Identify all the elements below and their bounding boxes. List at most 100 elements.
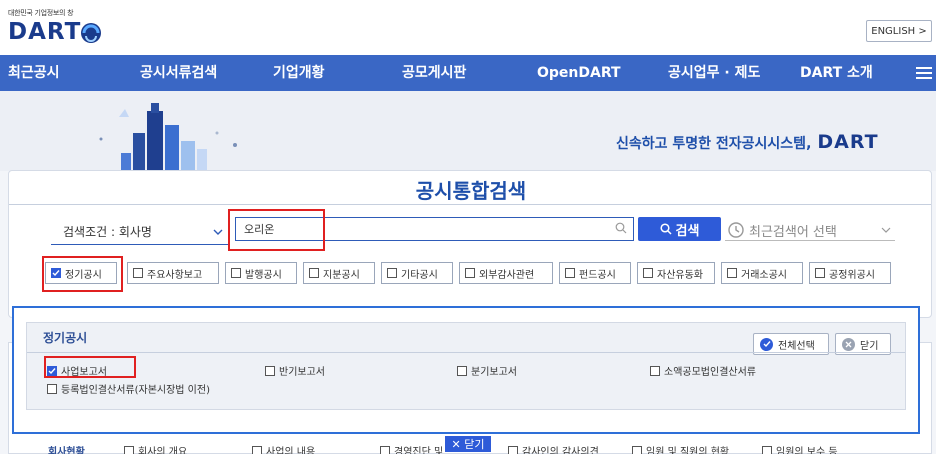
checkbox-icon [508, 445, 518, 454]
filter-equity[interactable]: 지분공시 [303, 262, 375, 284]
option-label: 회사의 개요 [138, 447, 188, 454]
chevron-down-icon [881, 227, 891, 233]
checkbox-icon [124, 445, 134, 454]
highlight-box [42, 256, 123, 292]
option-label: 임원 및 직원의 현황 [646, 447, 730, 454]
logo-subtitle: 대한민국 기업정보의 창 [8, 9, 74, 17]
filter-major-events[interactable]: 주요사항보고 [127, 262, 219, 284]
hero-banner: 신속하고 투명한 전자공시시스템, DART [0, 91, 936, 171]
checkbox-icon [47, 383, 57, 394]
company-status-heading: 회사현황 [48, 447, 85, 454]
history-icon [728, 222, 744, 238]
check-circle-icon [760, 337, 773, 351]
divider [27, 352, 905, 353]
header: 대한민국 기업정보의 창 DART ENGLISH > [0, 0, 936, 55]
option-officers-employees[interactable]: 임원 및 직원의 현황 [632, 443, 729, 454]
logo-text: DART [8, 19, 82, 45]
popup-close-label: 닫기 [860, 340, 879, 352]
checkbox-icon [380, 445, 390, 454]
filter-exchange[interactable]: 거래소공시 [721, 262, 803, 284]
slogan-brand: DART [817, 131, 879, 153]
hero-slogan: 신속하고 투명한 전자공시시스템, DART [616, 131, 879, 153]
option-company-overview[interactable]: 회사의 개요 [124, 443, 187, 454]
search-icon[interactable] [615, 222, 627, 234]
periodic-disclosure-popup: 정기공시 전체선택 닫기 사업보고서 반기보고서 분기보고서 소액공모법인결산서… [12, 306, 920, 434]
filter-ftc[interactable]: 공정위공시 [809, 262, 891, 284]
filter-other[interactable]: 기타공시 [381, 262, 453, 284]
page-title: 공시통합검색 [415, 179, 527, 203]
search-button[interactable]: 검색 [638, 217, 721, 241]
popup-body: 정기공시 전체선택 닫기 사업보고서 반기보고서 분기보고서 소액공모법인결산서… [26, 322, 906, 410]
option-business-content[interactable]: 사업의 내용 [252, 443, 315, 454]
nav-document-search[interactable]: 공시서류검색 [140, 55, 217, 91]
filter-label: 자산유동화 [657, 269, 703, 281]
recent-search-select[interactable]: 최근검색어 선택 [725, 219, 895, 241]
checkbox-icon [252, 445, 262, 454]
nav-dart-intro[interactable]: DART 소개 [800, 55, 873, 91]
checkbox-icon [265, 365, 275, 376]
nav-disclosure-system[interactable]: 공시업무 · 제도 [668, 55, 760, 91]
slogan-text: 신속하고 투명한 전자공시시스템, [616, 136, 812, 152]
company-status-row: 회사현황 회사의 개요 사업의 내용 경영진단 및 감사인의 감사의견 임원 및… [0, 443, 936, 454]
search-condition-label: 검색조건 : 회사명 [63, 225, 152, 239]
option-management-diagnosis[interactable]: 경영진단 및 [380, 443, 443, 454]
search-panel: 공시통합검색 검색조건 : 회사명 검색 최근검색어 선택 정기공시 주요사항보… [8, 170, 932, 318]
chevron-down-icon [213, 229, 223, 235]
highlight-box [228, 209, 325, 251]
option-half-year-report[interactable]: 반기보고서 [265, 363, 325, 378]
option-label: 임원의 보수 등 [776, 447, 838, 454]
checkbox-icon [762, 445, 772, 454]
checkbox-icon [309, 268, 319, 278]
nav-offering-board[interactable]: 공모게시판 [402, 55, 466, 91]
search-button-label: 검색 [675, 223, 700, 239]
highlight-box [44, 356, 136, 378]
checkbox-icon [457, 365, 467, 376]
filter-label: 외부감사관련 [479, 269, 535, 281]
filter-external-audit[interactable]: 외부감사관련 [459, 262, 553, 284]
option-label: 경영진단 및 [394, 447, 444, 454]
nav-company-overview[interactable]: 기업개황 [273, 55, 325, 91]
option-label: 사업의 내용 [266, 447, 316, 454]
checkbox-icon [565, 268, 575, 278]
search-icon [659, 223, 672, 235]
main-nav: 최근공시 공시서류검색 기업개황 공모게시판 OpenDART 공시업무 · 제… [0, 55, 936, 91]
nav-opendart[interactable]: OpenDART [537, 55, 621, 91]
checkbox-icon [632, 445, 642, 454]
dart-logo[interactable]: 대한민국 기업정보의 창 DART [8, 8, 138, 50]
filter-issuance[interactable]: 발행공시 [225, 262, 297, 284]
option-registered-corp[interactable]: 등록법인결산서류(자본시장법 이전) [47, 381, 210, 396]
filter-label: 펀드공시 [579, 269, 616, 281]
checkbox-icon [643, 268, 653, 278]
popup-title: 정기공시 [43, 331, 88, 345]
city-buildings-icon [99, 103, 237, 171]
select-all-label: 전체선택 [778, 340, 815, 352]
filter-label: 거래소공시 [741, 269, 787, 281]
checkbox-icon [815, 268, 825, 278]
filter-fund[interactable]: 펀드공시 [559, 262, 631, 284]
filter-label: 주요사항보고 [147, 269, 203, 281]
checkbox-icon [650, 365, 660, 376]
option-officer-compensation[interactable]: 임원의 보수 등 [762, 443, 838, 454]
checkbox-icon [727, 268, 737, 278]
filter-asset-securitization[interactable]: 자산유동화 [637, 262, 715, 284]
checkbox-icon [133, 268, 143, 278]
filter-label: 발행공시 [245, 269, 282, 281]
checkbox-icon [465, 268, 475, 278]
option-label: 반기보고서 [279, 367, 325, 378]
search-condition-select[interactable]: 검색조건 : 회사명 [51, 223, 229, 245]
close-circle-icon [842, 337, 855, 351]
english-button[interactable]: ENGLISH > [866, 20, 932, 42]
option-quarterly-report[interactable]: 분기보고서 [457, 363, 517, 378]
option-auditor-opinion[interactable]: 감사인의 감사의견 [508, 443, 599, 454]
filter-label: 지분공시 [323, 269, 360, 281]
menu-icon[interactable] [916, 67, 932, 80]
filter-label: 공정위공시 [829, 269, 875, 281]
checkbox-icon [387, 268, 397, 278]
option-small-offering[interactable]: 소액공모법인결산서류 [650, 363, 756, 378]
option-label: 등록법인결산서류(자본시장법 이전) [61, 385, 210, 396]
divider [9, 204, 931, 205]
option-label: 감사인의 감사의견 [522, 447, 599, 454]
nav-recent-disclosures[interactable]: 최근공시 [8, 55, 60, 91]
option-label: 소액공모법인결산서류 [664, 367, 756, 378]
option-label: 분기보고서 [471, 367, 517, 378]
